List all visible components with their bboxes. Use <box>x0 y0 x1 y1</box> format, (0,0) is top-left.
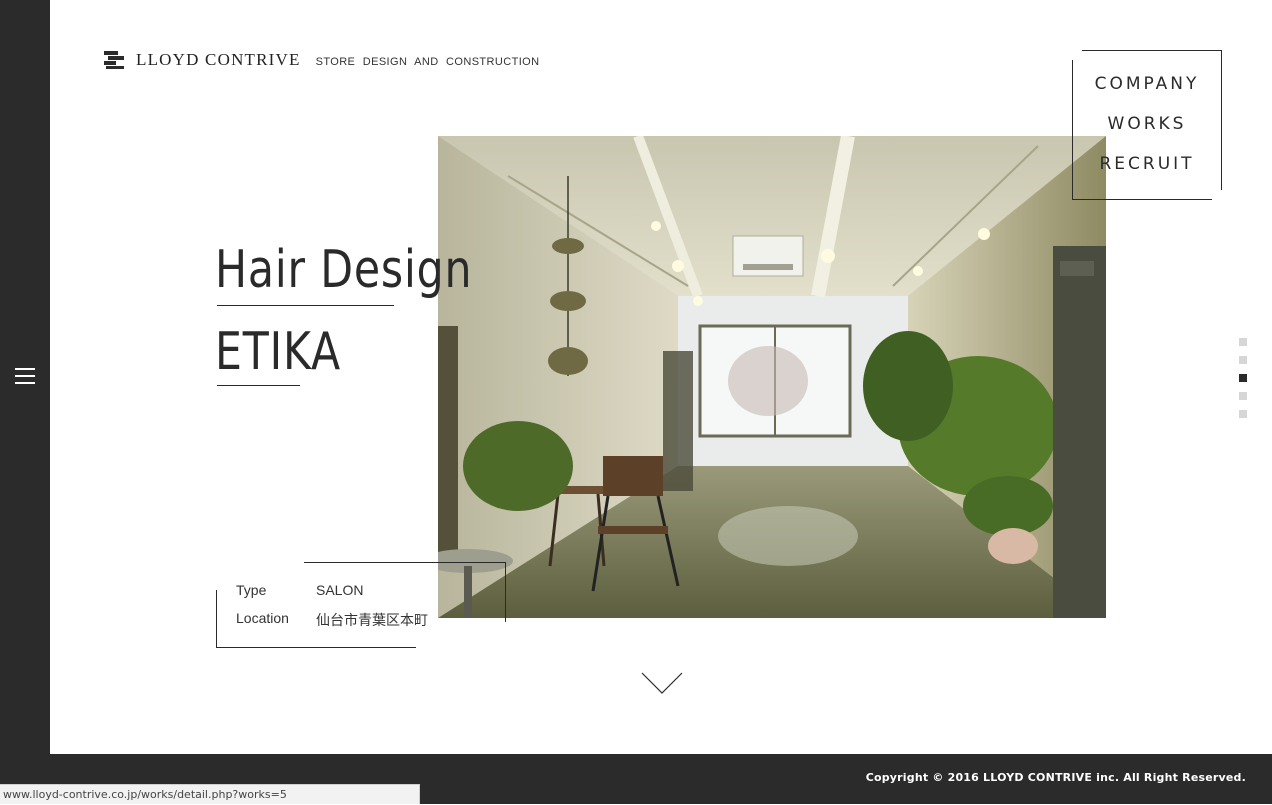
detail-type-value: SALON <box>316 582 364 598</box>
work-title-line1: Hair Design <box>215 240 473 300</box>
pager-dot-4[interactable] <box>1239 392 1247 400</box>
slide-pager <box>1239 338 1247 428</box>
work-title-line2: ETIKA <box>215 322 342 382</box>
detail-location-value: 仙台市青葉区本町 <box>316 612 428 628</box>
pager-dot-5[interactable] <box>1239 410 1247 418</box>
copyright-text: Copyright © 2016 LLOYD CONTRIVE inc. All… <box>865 771 1246 784</box>
pager-dot-3-active[interactable] <box>1239 374 1247 382</box>
pager-dot-2[interactable] <box>1239 356 1247 364</box>
hamburger-menu-icon[interactable] <box>15 368 35 384</box>
site-logo[interactable]: LLOYD CONTRIVE STORE DESIGN AND CONSTRUC… <box>104 50 539 70</box>
logo-name: LLOYD CONTRIVE <box>136 50 301 69</box>
work-details: Type SALON Location 仙台市青葉区本町 <box>216 562 506 648</box>
browser-status-url: www.lloyd-contrive.co.jp/works/detail.ph… <box>0 784 420 804</box>
detail-row-type: Type SALON <box>236 582 363 598</box>
chevron-down-icon[interactable] <box>641 672 683 694</box>
title-underline-1 <box>217 305 394 306</box>
logo-tagline: STORE DESIGN AND CONSTRUCTION <box>315 55 540 68</box>
main-nav: COMPANY WORKS RECRUIT <box>1072 50 1222 200</box>
nav-works[interactable]: WORKS <box>1072 114 1222 134</box>
pager-dot-1[interactable] <box>1239 338 1247 346</box>
left-sidebar <box>0 0 50 804</box>
hero-photo <box>438 136 1106 618</box>
logo-mark-icon <box>104 51 124 69</box>
detail-location-label: Location <box>236 610 289 626</box>
title-underline-2 <box>217 385 300 386</box>
detail-row-location: Location 仙台市青葉区本町 <box>236 610 428 630</box>
nav-company[interactable]: COMPANY <box>1072 74 1222 94</box>
nav-recruit[interactable]: RECRUIT <box>1072 154 1222 174</box>
detail-type-label: Type <box>236 582 267 598</box>
